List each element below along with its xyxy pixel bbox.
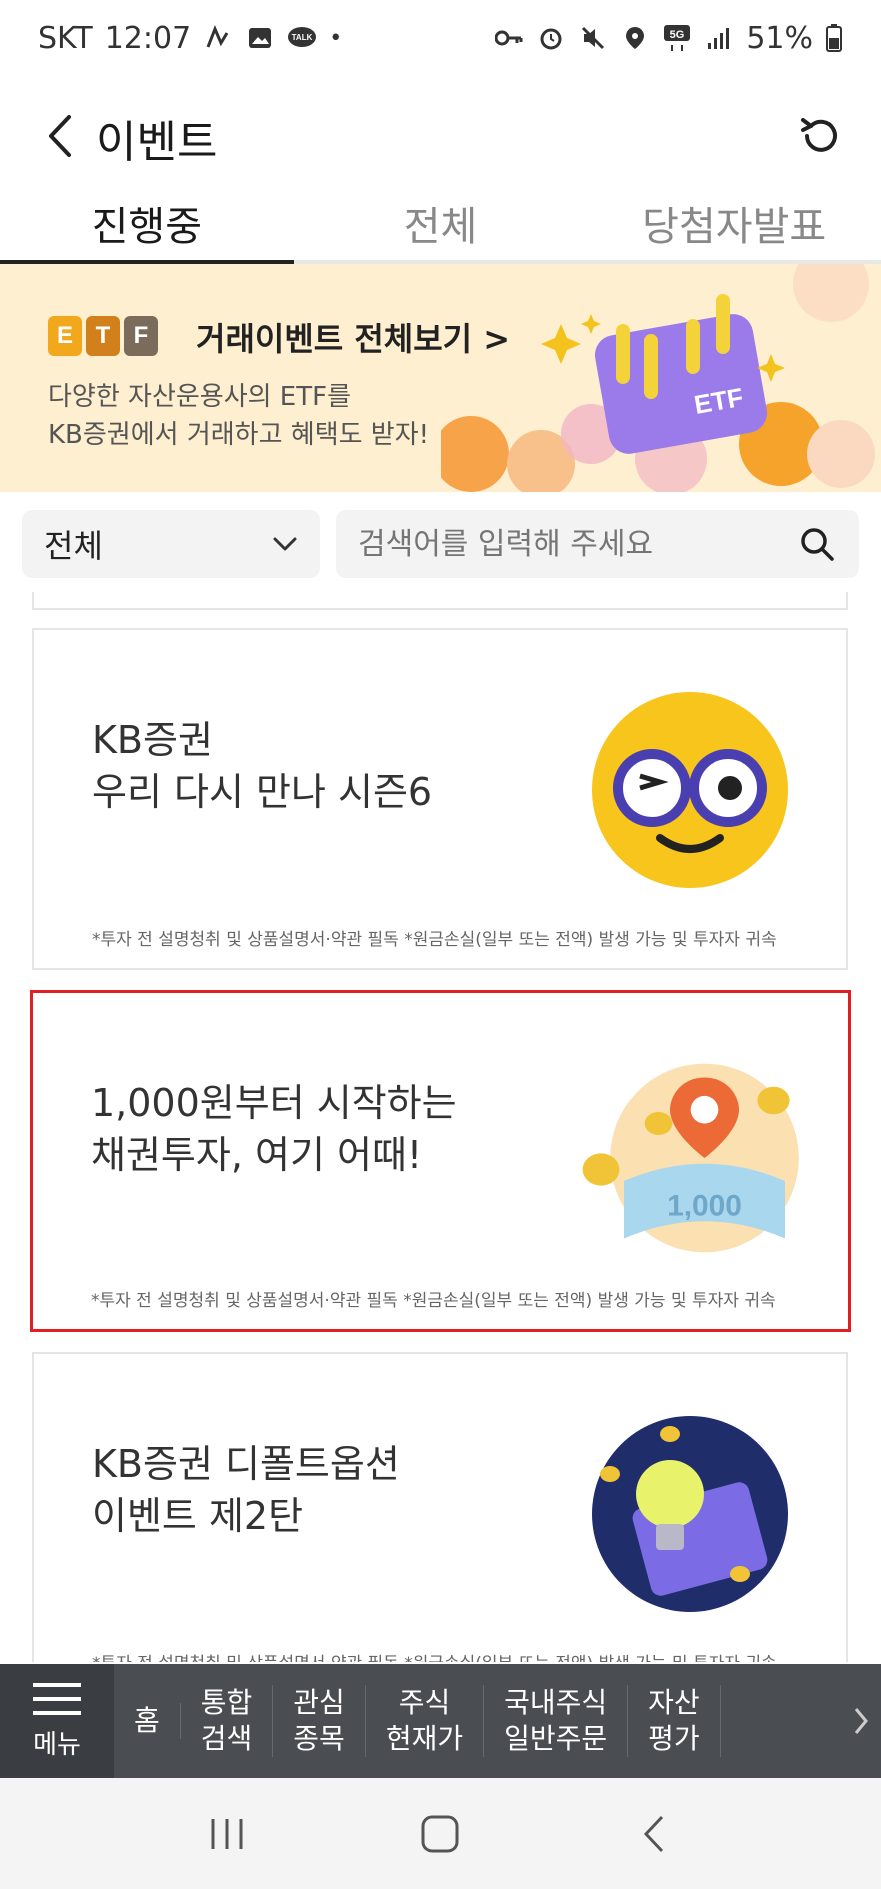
tab-all[interactable]: 전체	[294, 186, 588, 260]
search-icon[interactable]	[797, 524, 837, 564]
event-card-partial[interactable]	[32, 592, 848, 610]
home-icon	[421, 1815, 459, 1852]
menu-label: 메뉴	[33, 1729, 81, 1760]
nav-watchlist[interactable]: 관심 종목	[273, 1685, 366, 1757]
etf-badge-e: E	[48, 316, 82, 356]
chevron-down-icon	[273, 537, 297, 551]
event-card[interactable]: KB증권 우리 다시 만나 시즌6 *투자 전 설명청취 및 상품설명서·약관 …	[32, 628, 848, 970]
signal-icon	[704, 23, 734, 53]
event-card-title: 1,000원부터 시작하는 채권투자, 여기 어때!	[91, 1081, 457, 1177]
glasses-emoji-illustration	[592, 692, 788, 888]
clock: 12:07	[104, 20, 192, 56]
event-card-selected[interactable]: 1,000원부터 시작하는 채권투자, 여기 어때! *투자 전 설명청취 및 …	[30, 990, 851, 1332]
home-button[interactable]	[410, 1804, 470, 1864]
system-nav-bar	[0, 1778, 881, 1889]
refresh-button[interactable]	[791, 96, 851, 176]
alarm-clock-icon	[536, 23, 566, 53]
refresh-icon	[801, 118, 837, 152]
bond-illustration-label: 1,000	[667, 1190, 742, 1223]
search-input[interactable]	[358, 526, 797, 562]
menu-button[interactable]: 메뉴	[0, 1664, 114, 1778]
system-back-button[interactable]	[624, 1804, 684, 1864]
nav-asset-evaluation[interactable]: 자산 평가	[628, 1685, 721, 1757]
network-type-icon: 5G	[662, 23, 692, 53]
svg-text:TALK: TALK	[292, 33, 313, 42]
tab-in-progress[interactable]: 진행중	[0, 186, 294, 264]
key-icon	[494, 23, 524, 53]
banner-subtitle-line1: 다양한 자산운용사의 ETF를	[48, 382, 351, 412]
etf-promo-banner[interactable]: E T F 거래이벤트 전체보기 > 다양한 자산운용사의 ETF를 KB증권에…	[0, 264, 881, 492]
app-header: 이벤트	[0, 76, 881, 196]
chevron-left-icon	[49, 115, 71, 157]
lightbulb-illustration	[592, 1416, 788, 1612]
battery-percent: 51%	[746, 20, 813, 56]
gallery-icon	[245, 23, 275, 53]
filter-row: 전체	[22, 510, 859, 578]
etf-badge: E T F	[48, 316, 158, 356]
page-title: 이벤트	[96, 117, 218, 168]
tab-bar: 진행중 전체 당첨자발표	[0, 186, 881, 264]
event-list: KB증권 우리 다시 만나 시즌6 *투자 전 설명청취 및 상품설명서·약관 …	[0, 592, 881, 1662]
event-card-title: KB증권 우리 다시 만나 시즌6	[92, 718, 433, 814]
recent-apps-icon	[211, 1818, 243, 1849]
carrier: SKT	[38, 20, 93, 56]
event-card[interactable]: KB증권 디폴트옵션 이벤트 제2탄 *투자 전 설명청취 및 상품설명서·약관…	[32, 1352, 848, 1662]
etf-badge-f: F	[124, 316, 158, 356]
banner-subtitle-line2: KB증권에서 거래하고 혜택도 받자!	[48, 420, 430, 450]
search-box[interactable]	[336, 510, 859, 578]
talk-icon: TALK	[287, 23, 317, 53]
etf-badge-t: T	[86, 316, 120, 356]
category-select-value: 전체	[44, 527, 103, 565]
etf-illustration: ETF	[441, 264, 875, 492]
event-card-disclaimer: *투자 전 설명청취 및 상품설명서·약관 필독 *원금손실(일부 또는 전액)…	[91, 1291, 776, 1311]
alarm-icon	[203, 23, 233, 53]
tab-winners[interactable]: 당첨자발표	[587, 186, 881, 260]
back-arrow-icon	[644, 1815, 664, 1852]
mute-icon	[578, 23, 608, 53]
nav-integrated-search[interactable]: 통합 검색	[181, 1685, 274, 1757]
recent-apps-button[interactable]	[197, 1804, 257, 1864]
event-card-title: KB증권 디폴트옵션 이벤트 제2탄	[92, 1442, 400, 1538]
nav-home[interactable]: 홈	[114, 1703, 181, 1739]
hamburger-icon	[33, 1682, 81, 1715]
bottom-nav-bar: 메뉴 홈 통합 검색 관심 종목 주식 현재가 국내주식 일반주문 자산 평가	[0, 1664, 881, 1778]
location-icon	[620, 23, 650, 53]
battery-icon	[825, 23, 843, 53]
chevron-right-icon	[854, 1708, 868, 1734]
bond-coin-illustration: 1,000	[582, 1063, 799, 1253]
notification-dot-icon: •	[329, 25, 343, 51]
svg-text:5G: 5G	[670, 29, 685, 41]
category-select[interactable]: 전체	[22, 510, 320, 578]
nav-stock-price[interactable]: 주식 현재가	[366, 1685, 485, 1757]
quick-nav-items: 홈 통합 검색 관심 종목 주식 현재가 국내주식 일반주문 자산 평가	[114, 1664, 881, 1778]
event-card-disclaimer: *투자 전 설명청취 및 상품설명서·약관 필독 *원금손실(일부 또는 전액)…	[92, 1649, 777, 1662]
nav-scroll-right[interactable]	[841, 1706, 881, 1736]
status-bar: SKT 12:07 TALK • 5G 51%	[0, 0, 881, 76]
nav-domestic-order[interactable]: 국내주식 일반주문	[484, 1685, 629, 1757]
event-card-disclaimer: *투자 전 설명청취 및 상품설명서·약관 필독 *원금손실(일부 또는 전액)…	[92, 930, 777, 950]
back-button[interactable]	[30, 96, 90, 176]
